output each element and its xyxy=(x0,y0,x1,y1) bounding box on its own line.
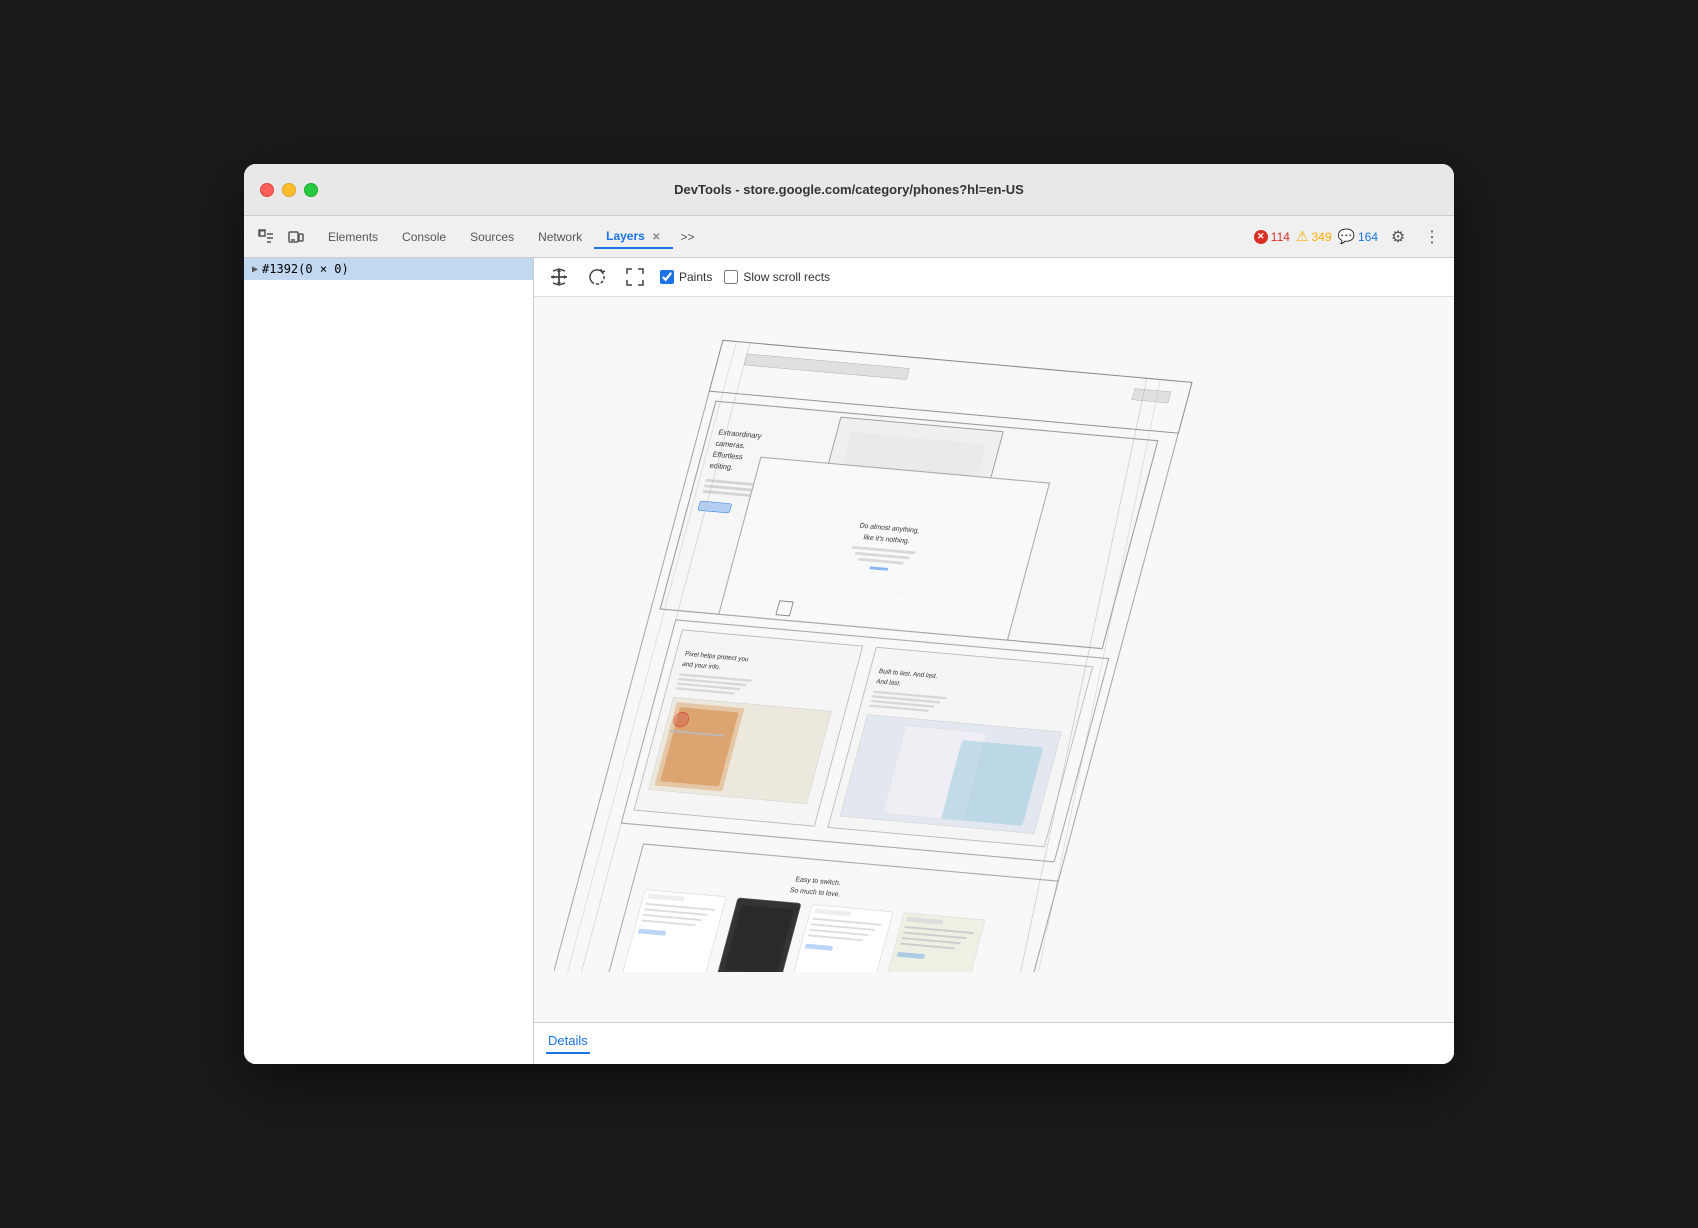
layers-svg-container: Extraordinary cameras. Effortless editin… xyxy=(554,307,1454,972)
error-badge[interactable]: ✕ 114 xyxy=(1254,230,1290,244)
slow-scroll-checkbox[interactable] xyxy=(724,270,738,284)
error-count: 114 xyxy=(1271,230,1290,244)
more-options-button[interactable]: ⋮ xyxy=(1418,223,1446,251)
slow-scroll-checkbox-label[interactable]: Slow scroll rects xyxy=(724,270,830,284)
details-bar: Details xyxy=(534,1022,1454,1064)
inspect-element-icon[interactable] xyxy=(252,223,280,251)
warning-icon: ⚠ xyxy=(1296,228,1309,245)
tab-layers[interactable]: Layers ✕ xyxy=(594,225,672,249)
rotate-tool-icon[interactable] xyxy=(584,264,610,290)
traffic-lights xyxy=(260,183,318,197)
tab-layers-close[interactable]: ✕ xyxy=(652,232,660,243)
devtools-toolbar: Elements Console Sources Network Layers … xyxy=(244,216,1454,258)
more-tabs-button[interactable]: >> xyxy=(673,226,703,248)
warning-badge[interactable]: ⚠ 349 xyxy=(1296,228,1332,245)
layers-main-panel: Paints Slow scroll rects xyxy=(534,258,1454,1064)
paints-label: Paints xyxy=(679,270,712,284)
maximize-button[interactable] xyxy=(304,183,318,197)
device-toggle-icon[interactable] xyxy=(282,223,310,251)
tabs-container: Elements Console Sources Network Layers … xyxy=(316,225,703,249)
sidebar-item-label: #1392(0 × 0) xyxy=(262,262,349,276)
pan-tool-icon[interactable] xyxy=(546,264,572,290)
fit-tool-icon[interactable] xyxy=(622,264,648,290)
toolbar-right: ✕ 114 ⚠ 349 💬 164 ⚙ ⋮ xyxy=(1254,223,1446,251)
close-button[interactable] xyxy=(260,183,274,197)
info-badge[interactable]: 💬 164 xyxy=(1338,228,1378,245)
tree-arrow: ▶ xyxy=(252,264,258,275)
slow-scroll-label: Slow scroll rects xyxy=(743,270,830,284)
paints-checkbox-label[interactable]: Paints xyxy=(660,270,712,284)
layers-toolbar: Paints Slow scroll rects xyxy=(534,258,1454,297)
layers-sidebar: ▶ #1392(0 × 0) xyxy=(244,258,534,1064)
devtools-body: ▶ #1392(0 × 0) xyxy=(244,258,1454,1064)
tab-network[interactable]: Network xyxy=(526,226,594,248)
titlebar: DevTools - store.google.com/category/pho… xyxy=(244,164,1454,216)
warning-count: 349 xyxy=(1312,230,1332,244)
tab-elements[interactable]: Elements xyxy=(316,226,390,248)
layers-viewport[interactable]: Extraordinary cameras. Effortless editin… xyxy=(534,297,1454,1022)
paints-checkbox[interactable] xyxy=(660,270,674,284)
settings-button[interactable]: ⚙ xyxy=(1384,223,1412,251)
sidebar-item-root[interactable]: ▶ #1392(0 × 0) xyxy=(244,258,533,280)
tab-sources[interactable]: Sources xyxy=(458,226,526,248)
devtools-window: DevTools - store.google.com/category/pho… xyxy=(244,164,1454,1064)
window-title: DevTools - store.google.com/category/pho… xyxy=(674,182,1024,197)
error-icon: ✕ xyxy=(1254,230,1268,244)
info-icon: 💬 xyxy=(1338,228,1355,245)
info-count: 164 xyxy=(1358,230,1378,244)
details-tab[interactable]: Details xyxy=(546,1033,590,1054)
tab-console[interactable]: Console xyxy=(390,226,458,248)
minimize-button[interactable] xyxy=(282,183,296,197)
